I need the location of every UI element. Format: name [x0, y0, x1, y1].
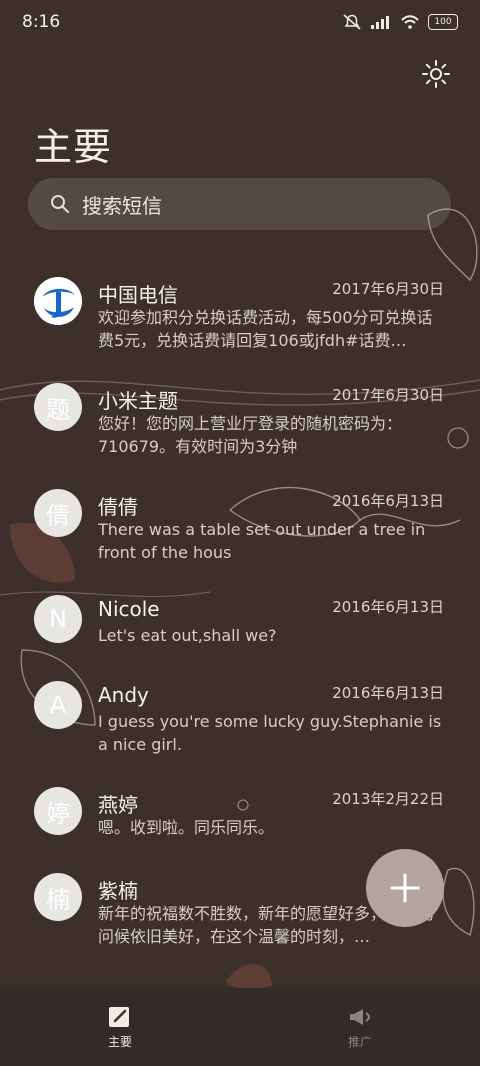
- message-preview: 欢迎参加积分兑换话费活动，每500分可兑换话费5元，兑换话费请回复106或jfd…: [98, 308, 433, 350]
- message-date: 2017年6月30日: [332, 386, 444, 404]
- avatar: 倩: [34, 489, 82, 537]
- bottom-nav: 主要 推广: [0, 988, 480, 1066]
- contact-name: 小米主题: [98, 389, 178, 413]
- plus-icon: [390, 873, 420, 903]
- message-preview: There was a table set out under a tree i…: [98, 520, 426, 562]
- nav-main[interactable]: 主要: [0, 988, 240, 1066]
- status-time: 8:16: [22, 12, 61, 32]
- contact-name: Andy: [98, 683, 149, 707]
- edit-icon: [109, 1006, 129, 1027]
- battery-level: 100: [434, 17, 452, 27]
- message-date: 2017年6月30日: [332, 280, 444, 298]
- avatar: [34, 277, 82, 325]
- message-row[interactable]: 中国电信 2017年6月30日 欢迎参加积分兑换话费活动，每500分可兑换话费5…: [0, 265, 480, 365]
- message-row[interactable]: 倩 倩倩 2016年6月13日 There was a table set ou…: [0, 477, 480, 577]
- status-icons: 100: [342, 13, 458, 31]
- message-preview: Let's eat out,shall we?: [98, 626, 277, 645]
- message-date: 2016年6月13日: [332, 598, 444, 616]
- wifi-icon: [401, 15, 419, 29]
- message-date: 2016年6月13日: [332, 492, 444, 510]
- avatar: A: [34, 681, 82, 729]
- signal-icon: [371, 16, 389, 29]
- search-placeholder: 搜索短信: [82, 193, 162, 218]
- contact-name: 倩倩: [98, 495, 138, 519]
- avatar: N: [34, 595, 82, 643]
- settings-button[interactable]: [420, 58, 452, 90]
- battery-indicator: 100: [428, 14, 458, 30]
- message-preview: I guess you're some lucky guy.Stephanie …: [98, 712, 442, 754]
- avatar: 楠: [34, 873, 82, 921]
- message-row[interactable]: 题 小米主题 2017年6月30日 您好！您的网上营业厅登录的随机密码为：710…: [0, 371, 480, 471]
- compose-button[interactable]: [366, 849, 444, 927]
- nav-promo-label: 推广: [347, 1034, 372, 1049]
- message-preview: 嗯。收到啦。同乐同乐。: [98, 818, 275, 837]
- message-row[interactable]: N Nicole 2016年6月13日 Let's eat out,shall …: [0, 583, 480, 683]
- status-bar: 8:16 100: [0, 0, 480, 44]
- search-icon: [51, 195, 69, 213]
- gear-icon: [422, 60, 450, 88]
- contact-name: 中国电信: [98, 283, 178, 307]
- avatar: 婷: [34, 787, 82, 835]
- megaphone-icon: [350, 1008, 371, 1025]
- china-telecom-logo: [34, 277, 82, 325]
- contact-name: 紫楠: [98, 879, 138, 903]
- contact-name: Nicole: [98, 597, 160, 621]
- nav-main-label: 主要: [107, 1034, 132, 1049]
- message-preview: 您好！您的网上营业厅登录的随机密码为：710679。有效时间为3分钟: [98, 414, 403, 456]
- message-row[interactable]: A Andy 2016年6月13日 I guess you're some lu…: [0, 669, 480, 769]
- mute-icon: [343, 14, 361, 30]
- message-date: 2016年6月13日: [332, 684, 444, 702]
- avatar: 题: [34, 383, 82, 431]
- contact-name: 燕婷: [98, 793, 138, 817]
- page-title: 主要: [34, 125, 113, 169]
- message-date: 2013年2月22日: [332, 790, 444, 808]
- search-bar[interactable]: 搜索短信: [28, 178, 451, 230]
- nav-promo[interactable]: 推广: [240, 988, 480, 1066]
